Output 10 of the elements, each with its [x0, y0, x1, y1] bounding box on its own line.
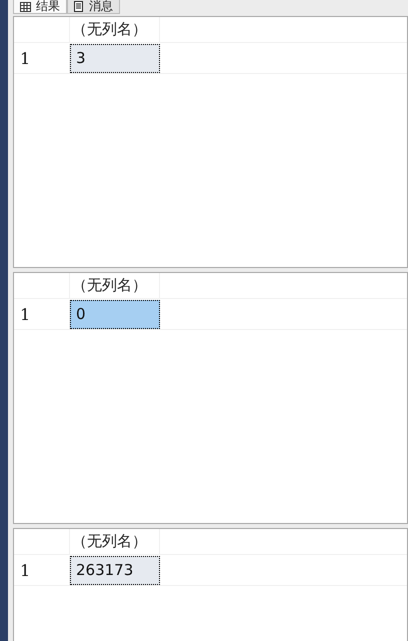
column-header: （无列名） [70, 17, 160, 42]
grid-icon [20, 2, 31, 12]
column-header: （无列名） [70, 529, 160, 554]
document-icon [74, 1, 83, 12]
column-header: （无列名） [70, 273, 160, 298]
tab[interactable]: 消息 [67, 0, 120, 14]
table-cell[interactable]: 3 [70, 44, 160, 73]
table-cell[interactable]: 263173 [70, 556, 160, 585]
table-cell[interactable]: 0 [70, 300, 160, 329]
tab[interactable]: 结果 [13, 0, 67, 14]
